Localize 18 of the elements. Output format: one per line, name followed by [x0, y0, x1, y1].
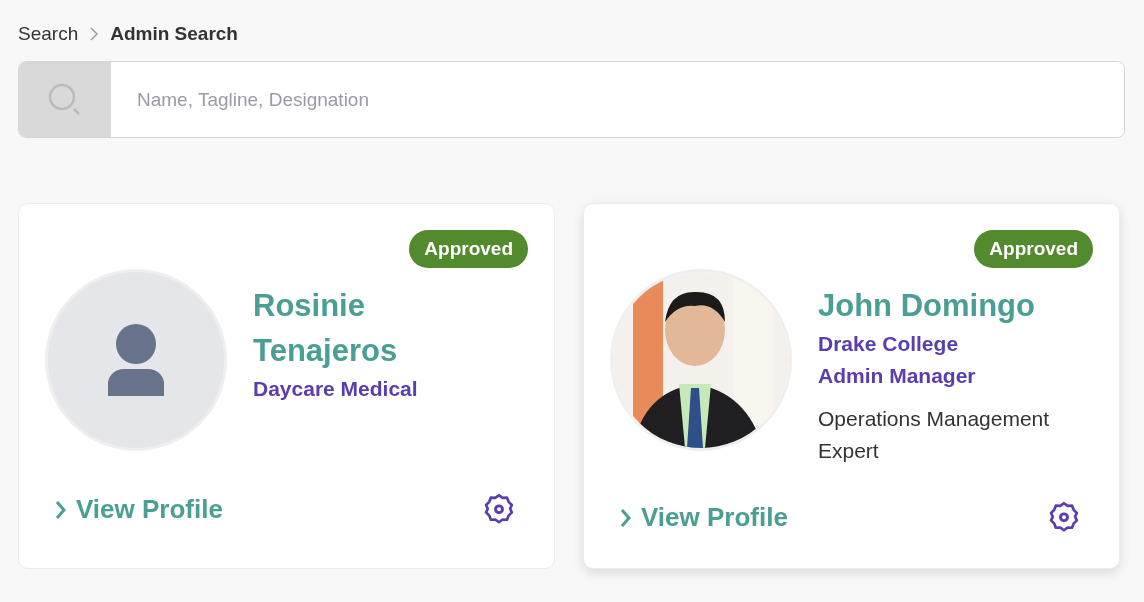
- status-badge: Approved: [974, 230, 1093, 268]
- profile-subtitle: Daycare Medical: [253, 376, 419, 402]
- search-icon: [48, 82, 82, 117]
- status-badge: Approved: [409, 230, 528, 268]
- profile-name: John Domingo: [818, 287, 1036, 325]
- breadcrumb-item[interactable]: Search: [18, 23, 79, 45]
- breadcrumb-item: Admin Search: [110, 23, 238, 45]
- profile-subtitle: Admin Manager: [818, 363, 977, 389]
- profile-name: Rosinie Tenajeros: [253, 287, 399, 370]
- search-field[interactable]: Name, Tagline, Designation: [18, 61, 1125, 138]
- chevron-icon: [55, 499, 66, 520]
- view-profile-link[interactable]: View Profile: [620, 502, 788, 533]
- profile-subtitle: Drake College: [818, 331, 960, 357]
- profile-description: Operations Management Expert: [818, 406, 1051, 464]
- view-profile-link[interactable]: View Profile: [55, 494, 223, 525]
- person-icon: [108, 324, 164, 396]
- chevron-icon: [90, 27, 99, 41]
- chevron-icon: [620, 507, 631, 528]
